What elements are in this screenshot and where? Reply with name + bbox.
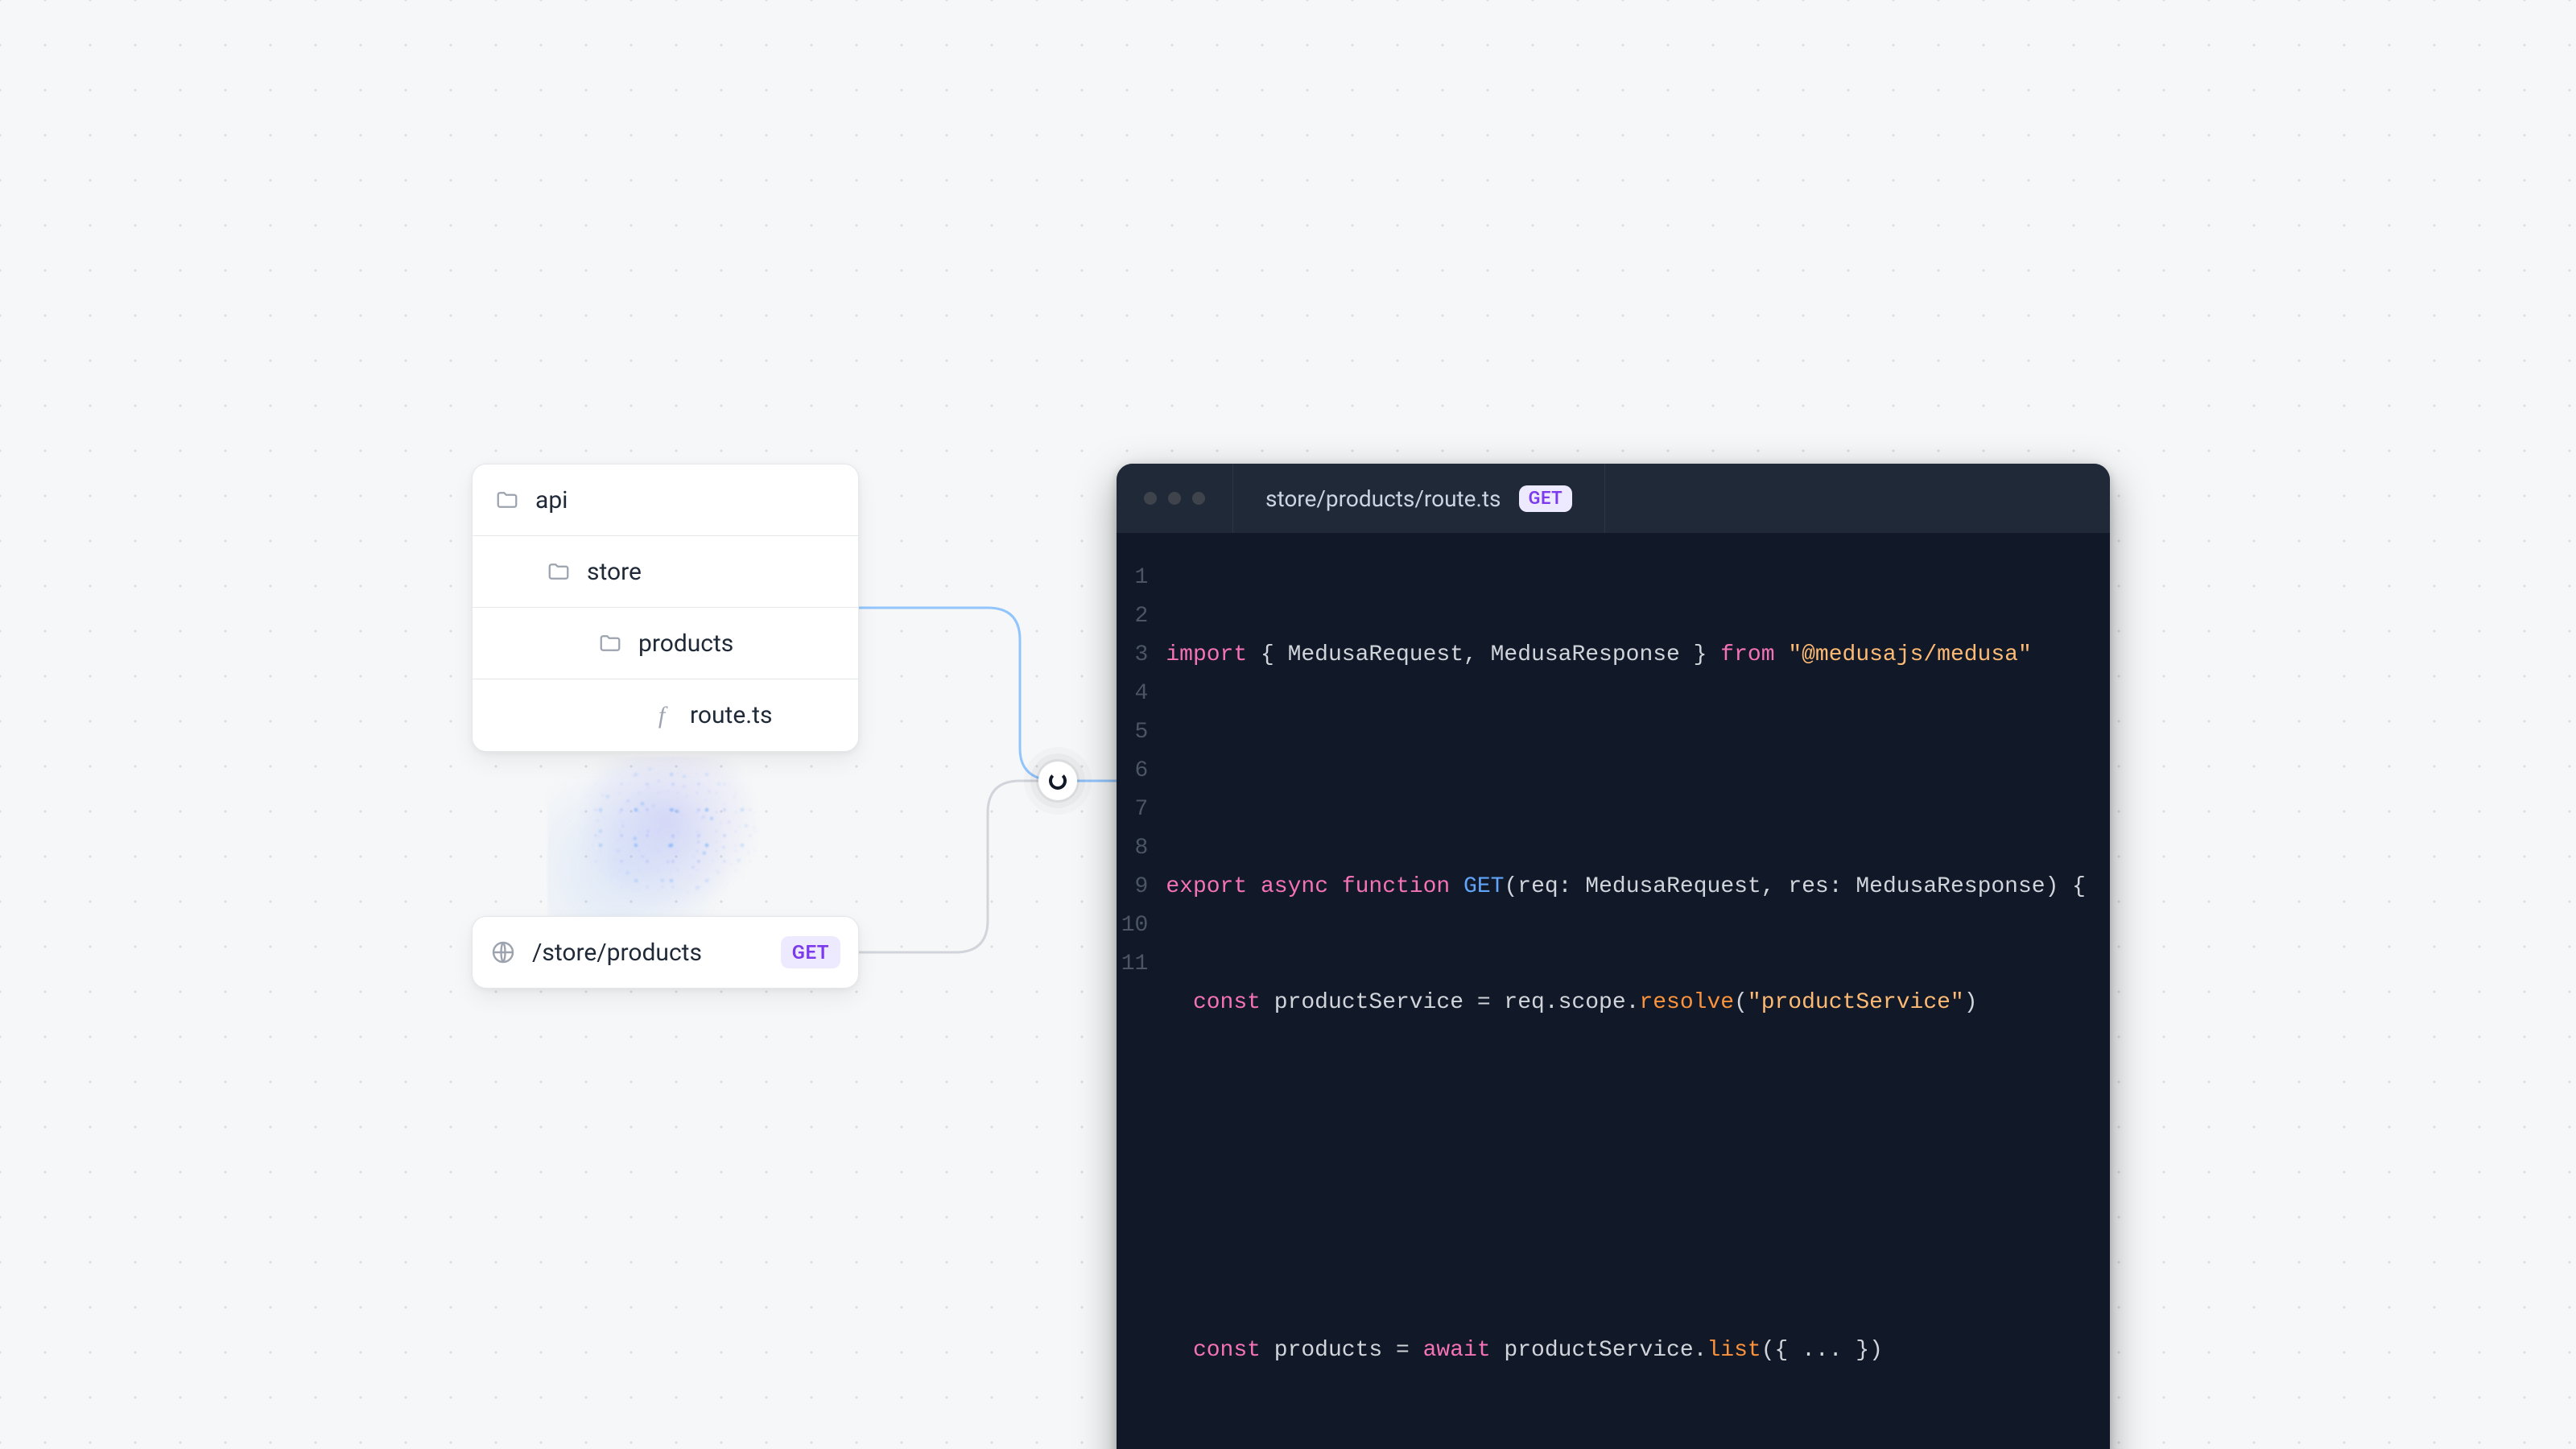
line-number: 5: [1117, 713, 1148, 752]
line-number: 10: [1117, 906, 1148, 945]
tree-label: route.ts: [690, 701, 772, 729]
traffic-dot: [1168, 492, 1181, 505]
connector-node: [1038, 762, 1077, 800]
http-method-badge: GET: [1519, 485, 1573, 512]
tab-path: store/products/route.ts: [1265, 485, 1501, 512]
file-icon: f: [650, 704, 674, 728]
line-number: 8: [1117, 829, 1148, 868]
code-line: const productService = req.scope.resolve…: [1166, 984, 2086, 1022]
folder-icon: [547, 559, 571, 584]
code-content[interactable]: import { MedusaRequest, MedusaResponse }…: [1166, 559, 2110, 1449]
folder-icon: [495, 488, 519, 512]
connector-lines: [859, 608, 1117, 954]
endpoint-path: /store/products: [532, 939, 765, 967]
folder-icon: [598, 631, 622, 655]
tree-label: store: [587, 558, 642, 586]
line-number: 4: [1117, 675, 1148, 713]
line-number-gutter: 1 2 3 4 5 6 7 8 9 10 11: [1117, 559, 1166, 1449]
tree-row-store[interactable]: store: [473, 536, 858, 608]
globe-icon: [490, 939, 516, 965]
window-traffic-lights: [1117, 464, 1233, 533]
tree-label: api: [535, 486, 568, 514]
tree-row-products[interactable]: products: [473, 608, 858, 679]
code-line: [1166, 1100, 2086, 1138]
diagram-stage: api store products f route.ts /store/pr: [0, 0, 2576, 1449]
tree-row-route[interactable]: f route.ts: [473, 679, 858, 751]
line-number: 9: [1117, 868, 1148, 906]
editor-tab[interactable]: store/products/route.ts GET: [1233, 464, 1605, 533]
endpoint-card[interactable]: /store/products GET: [472, 916, 859, 989]
tree-label: products: [638, 630, 733, 658]
code-line: [1166, 752, 2086, 791]
spinner-icon: [1049, 772, 1067, 790]
code-line: const products = await productService.li…: [1166, 1331, 2086, 1370]
line-number: 11: [1117, 945, 1148, 984]
line-number: 1: [1117, 559, 1148, 597]
code-line: export async function GET(req: MedusaReq…: [1166, 868, 2086, 906]
traffic-dot: [1144, 492, 1157, 505]
http-method-badge: GET: [781, 936, 840, 968]
code-line: [1166, 1216, 2086, 1254]
traffic-dot: [1192, 492, 1205, 505]
line-number: 2: [1117, 597, 1148, 636]
code-editor-window: store/products/route.ts GET 1 2 3 4 5 6 …: [1117, 464, 2110, 1449]
code-line: import { MedusaRequest, MedusaResponse }…: [1166, 636, 2086, 675]
tree-row-api[interactable]: api: [473, 464, 858, 536]
sparkle-effect: [547, 757, 789, 918]
file-tree-card: api store products f route.ts: [472, 464, 859, 752]
line-number: 7: [1117, 791, 1148, 829]
line-number: 6: [1117, 752, 1148, 791]
code-editor-header: store/products/route.ts GET: [1117, 464, 2110, 533]
line-number: 3: [1117, 636, 1148, 675]
code-body: 1 2 3 4 5 6 7 8 9 10 11 import { MedusaR…: [1117, 533, 2110, 1449]
